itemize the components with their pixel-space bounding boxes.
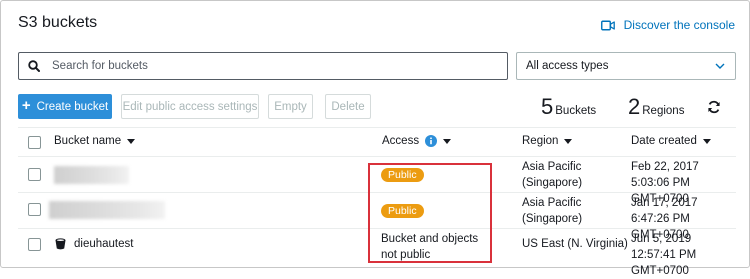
s3-console-panel: S3 buckets Discover the console All acce… xyxy=(0,0,750,277)
regions-count-label: Regions xyxy=(642,105,685,117)
column-region-label: Region xyxy=(522,135,559,147)
region-cell: Asia Pacific (Singapore) xyxy=(522,161,583,189)
plus-icon: + xyxy=(21,97,31,114)
discover-label: Discover the console xyxy=(623,18,735,32)
delete-button[interactable]: Delete xyxy=(325,94,371,119)
caret-down-icon xyxy=(127,138,136,144)
column-access[interactable]: Access xyxy=(382,135,452,147)
caret-down-icon xyxy=(443,138,452,144)
date-cell: Jun 5, 2019 12:57:41 PM GMT+0700 xyxy=(631,233,697,277)
search-icon xyxy=(28,60,40,72)
buckets-count: 5 Buckets xyxy=(541,94,596,120)
buckets-count-label: Buckets xyxy=(555,105,597,117)
row-checkbox[interactable] xyxy=(28,203,41,216)
column-bucket-name-label: Bucket name xyxy=(54,135,122,147)
column-access-label: Access xyxy=(382,135,420,147)
edit-public-access-button[interactable]: Edit public access settings xyxy=(121,94,259,119)
caret-down-icon xyxy=(702,138,711,144)
redacted-bucket-name xyxy=(54,166,129,184)
chevron-down-icon xyxy=(715,63,725,69)
caret-down-icon xyxy=(564,138,573,144)
column-bucket-name[interactable]: Bucket name xyxy=(54,135,136,147)
select-all-checkbox[interactable] xyxy=(28,136,41,149)
row-checkbox[interactable] xyxy=(28,238,41,251)
column-region[interactable]: Region xyxy=(522,135,573,147)
discover-console-link[interactable]: Discover the console xyxy=(600,18,735,32)
bucket-icon xyxy=(55,238,66,250)
create-bucket-label: Create bucket xyxy=(36,100,109,113)
regions-count-number: 2 xyxy=(628,94,641,119)
create-bucket-button[interactable]: + Create bucket xyxy=(18,94,112,119)
search-box[interactable] xyxy=(18,52,508,80)
access-type-value: All access types xyxy=(526,60,609,72)
refresh-icon[interactable] xyxy=(707,100,721,114)
page-title: S3 buckets xyxy=(18,14,98,31)
region-cell: Asia Pacific (Singapore) xyxy=(522,197,583,225)
empty-button[interactable]: Empty xyxy=(268,94,313,119)
regions-count: 2 Regions xyxy=(628,94,684,120)
region-cell: US East (N. Virginia) xyxy=(522,238,628,250)
access-type-select[interactable]: All access types xyxy=(516,52,736,80)
video-icon xyxy=(600,20,615,30)
search-input[interactable] xyxy=(52,60,472,72)
access-highlight-box xyxy=(368,163,492,263)
buckets-count-number: 5 xyxy=(541,94,554,119)
redacted-bucket-name xyxy=(49,201,165,219)
row-checkbox[interactable] xyxy=(28,168,41,181)
column-date-created-label: Date created xyxy=(631,135,697,147)
column-date-created[interactable]: Date created xyxy=(631,135,711,147)
info-icon[interactable] xyxy=(425,135,438,147)
table-header: Bucket name Access Region Date created xyxy=(18,127,736,157)
bucket-name-link[interactable]: dieuhautest xyxy=(74,236,133,252)
